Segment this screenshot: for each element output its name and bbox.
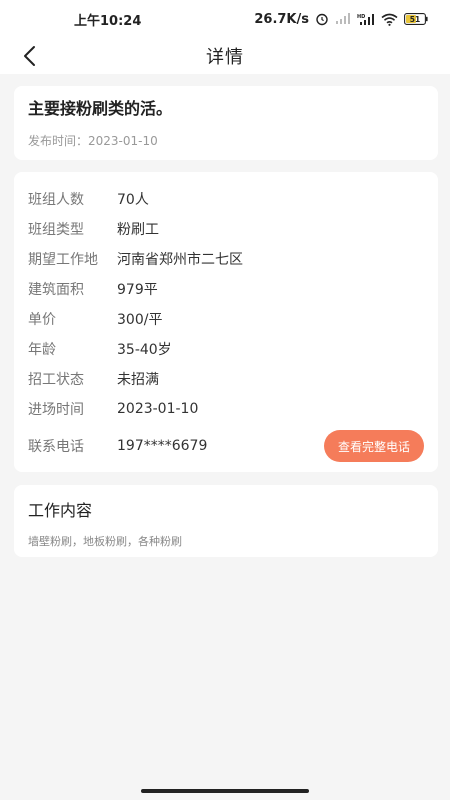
info-value: 35-40岁: [117, 342, 172, 358]
info-label: 班组类型: [28, 222, 84, 238]
info-row-phone: 联系电话 197****6679 查看完整电话: [28, 428, 424, 464]
info-value: 979平: [117, 282, 158, 298]
info-row-location: 期望工作地 河南省郑州市二七区: [28, 244, 424, 274]
info-label: 年龄: [28, 342, 56, 358]
work-content: 墙壁粉刷，地板粉刷，各种粉刷: [28, 535, 182, 548]
publish-label: 发布时间：: [28, 134, 89, 148]
info-row-unit-price: 单价 300/平: [28, 304, 424, 334]
page-title: 详情: [206, 47, 244, 68]
info-row-status: 招工状态 未招满: [28, 364, 424, 394]
info-label: 期望工作地: [28, 252, 98, 268]
alarm-icon: [315, 12, 329, 26]
chevron-left-icon: [24, 46, 35, 66]
view-full-phone-button[interactable]: 查看完整电话: [323, 430, 424, 462]
info-row-team-size: 班组人数 70人: [28, 184, 424, 214]
publish-date: 2023-01-10: [88, 134, 158, 148]
network-speed: 26.7K/s: [254, 11, 309, 27]
info-label: 进场时间: [28, 402, 84, 418]
info-value: 70人: [117, 192, 149, 208]
info-row-area: 建筑面积 979平: [28, 274, 424, 304]
job-info-card: 班组人数 70人 班组类型 粉刷工 期望工作地 河南省郑州市二七区 建筑面积 9…: [14, 172, 438, 472]
job-title: 主要接粉刷类的活。: [28, 99, 173, 118]
info-value: 300/平: [117, 312, 163, 328]
phone-label: 联系电话: [28, 439, 84, 455]
info-value: 粉刷工: [117, 222, 159, 238]
battery-level: 51: [410, 15, 420, 24]
info-row-start-date: 进场时间 2023-01-10: [28, 394, 424, 424]
back-button[interactable]: [14, 40, 46, 72]
publish-time: 发布时间：2023-01-10: [28, 132, 424, 149]
info-value: 2023-01-10: [117, 401, 199, 417]
phone-value: 197****6679: [117, 438, 208, 454]
signal-weak-icon: [335, 13, 351, 25]
status-bar: 上午10:24 26.7K/s HD 51: [0, 0, 450, 38]
nav-bar: 详情: [0, 38, 450, 74]
info-label: 建筑面积: [28, 282, 84, 298]
wifi-icon: [381, 13, 398, 26]
svg-text:HD: HD: [357, 14, 365, 20]
info-value: 未招满: [117, 372, 159, 388]
info-label: 单价: [28, 312, 56, 328]
info-row-team-type: 班组类型 粉刷工: [28, 214, 424, 244]
info-row-age: 年龄 35-40岁: [28, 334, 424, 364]
info-value: 河南省郑州市二七区: [117, 252, 243, 268]
info-label: 招工状态: [28, 372, 84, 388]
work-heading: 工作内容: [28, 501, 93, 520]
job-title-card: 主要接粉刷类的活。 发布时间：2023-01-10: [14, 86, 438, 160]
signal-hd-icon: HD: [357, 13, 375, 26]
home-indicator[interactable]: [141, 789, 309, 793]
work-content-card: 工作内容 墙壁粉刷，地板粉刷，各种粉刷: [14, 485, 438, 557]
info-label: 班组人数: [28, 192, 84, 208]
status-time: 上午10:24: [74, 13, 142, 29]
status-icons: 26.7K/s HD 51: [254, 12, 428, 27]
battery-icon: 51: [404, 13, 428, 25]
